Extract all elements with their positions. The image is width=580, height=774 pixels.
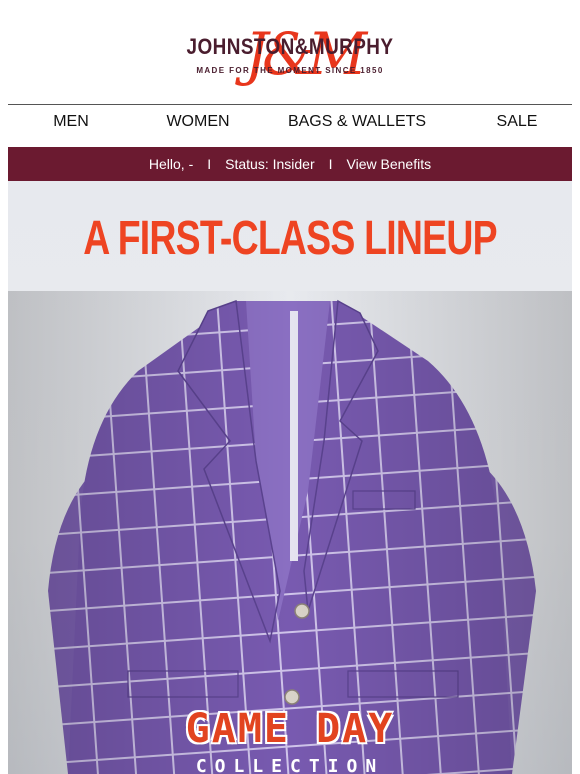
banner-separator: I xyxy=(207,156,212,172)
plaid-blazer-image xyxy=(8,291,572,774)
hero-headline: A FIRST-CLASS LINEUP xyxy=(83,212,497,265)
nav-item-sale[interactable]: SALE xyxy=(486,105,548,141)
banner-separator: I xyxy=(328,156,333,172)
game-day-badge-title: GAME DAY xyxy=(185,706,395,752)
loyalty-banner: Hello, - I Status: Insider I View Benefi… xyxy=(8,147,572,181)
game-day-badge-subtitle: COLLECTION xyxy=(195,756,385,774)
brand-logo[interactable]: J&M JOHNSTON&MURPHY MADE FOR THE MOMENT … xyxy=(8,0,572,104)
status-text: Status: Insider xyxy=(225,156,315,172)
email-container: J&M JOHNSTON&MURPHY MADE FOR THE MOMENT … xyxy=(8,0,572,774)
view-benefits-link[interactable]: View Benefits xyxy=(347,156,432,172)
brand-tagline: MADE FOR THE MOMENT SINCE 1850 xyxy=(196,66,384,75)
greeting-text: Hello, - xyxy=(148,156,194,172)
nav-item-bags-wallets[interactable]: BAGS & WALLETS xyxy=(278,105,436,141)
brand-name: JOHNSTON&MURPHY xyxy=(186,34,394,59)
nav-item-women[interactable]: WOMEN xyxy=(148,105,248,141)
nav-item-men[interactable]: MEN xyxy=(36,105,106,141)
main-nav: MEN WOMEN BAGS & WALLETS SALE xyxy=(8,105,572,141)
hero-banner[interactable]: A FIRST-CLASS LINEUP GAME DAY COLLECTION xyxy=(8,181,572,774)
